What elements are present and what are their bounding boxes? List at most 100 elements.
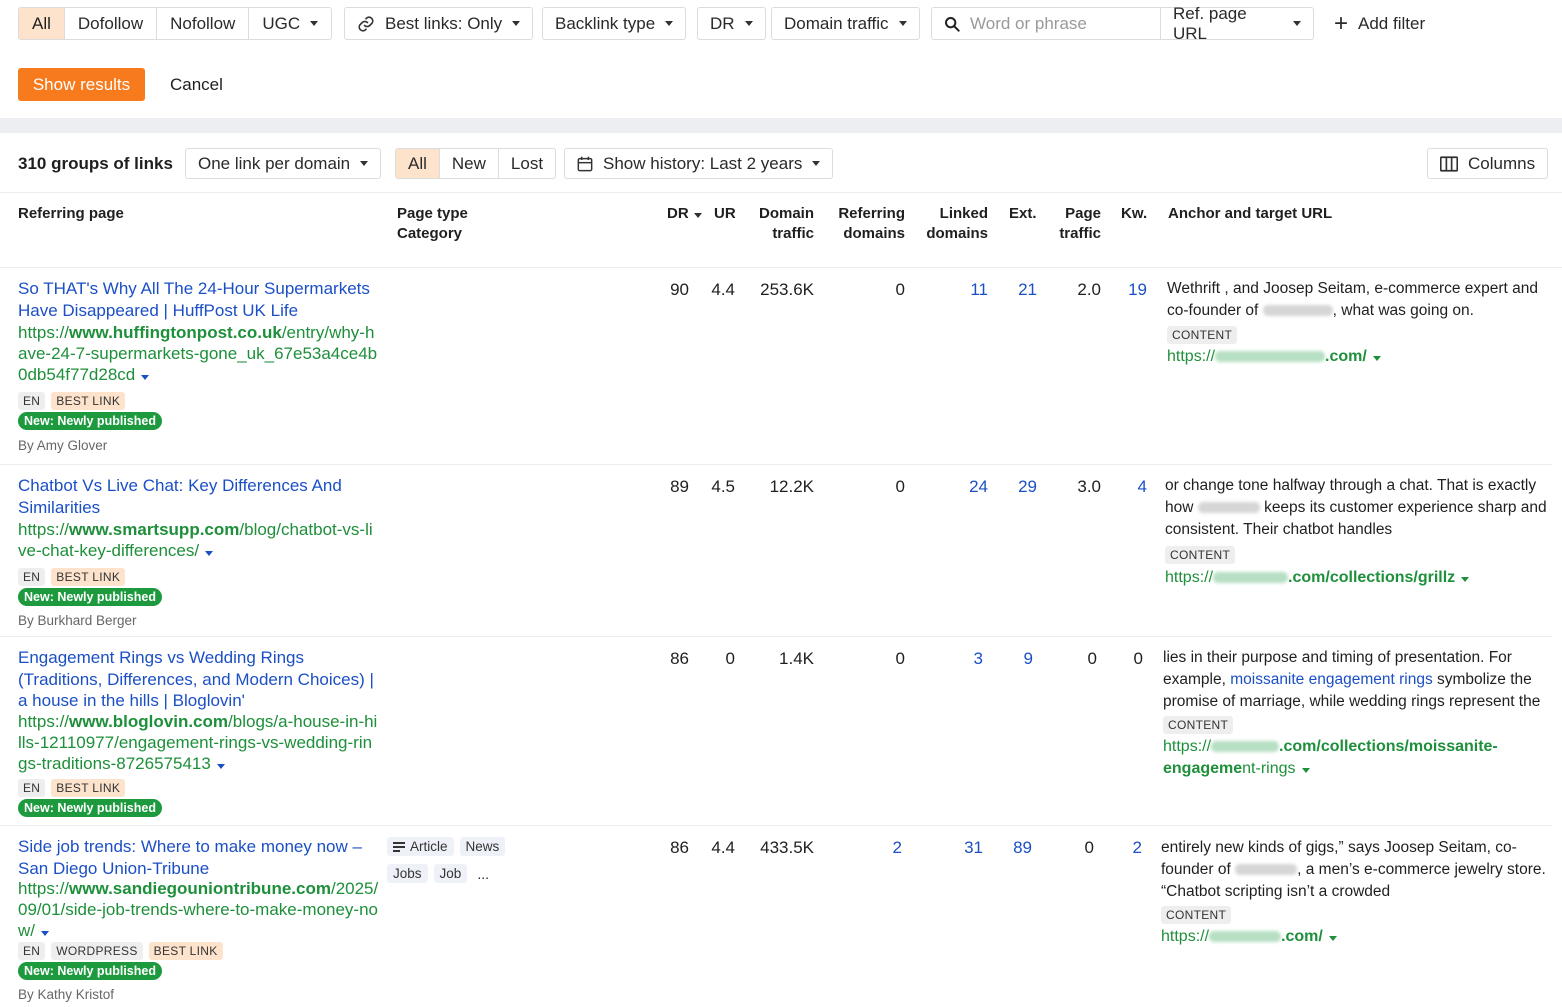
url-domain: www.smartsupp.com xyxy=(69,520,240,539)
referring-page-url[interactable]: https://www.smartsupp.com/blog/chatbot-v… xyxy=(18,519,380,561)
chevron-down-icon[interactable] xyxy=(141,375,150,380)
sort-down-icon xyxy=(693,213,702,218)
best-links-dropdown[interactable]: Best links: Only xyxy=(344,7,534,40)
col-referring-domains[interactable]: Referring domains xyxy=(825,204,905,244)
ref-page-url-dropdown[interactable]: Ref. page URL xyxy=(1161,4,1313,43)
referring-page-title[interactable]: So THAT's Why All The 24-Hour Supermarke… xyxy=(18,278,380,321)
chevron-down-icon[interactable] xyxy=(41,931,49,936)
search-input[interactable] xyxy=(970,13,1160,34)
referring-domains-value: 0 xyxy=(895,649,905,668)
col-anchor[interactable]: Anchor and target URL xyxy=(1168,204,1332,224)
target-prefix: https:// xyxy=(1163,738,1212,755)
tab-all[interactable]: All xyxy=(396,149,440,178)
best-link-tag: BEST LINK xyxy=(51,392,126,410)
domain-traffic-dropdown[interactable]: Domain traffic xyxy=(771,7,920,40)
col-dr-label: DR xyxy=(667,205,689,222)
author: By Burkhard Berger xyxy=(18,613,137,628)
col-ext[interactable]: Ext. xyxy=(1009,204,1037,224)
ref-page-url-label: Ref. page URL xyxy=(1173,3,1247,43)
referring-page-url[interactable]: https://www.sandiegouniontribune.com/202… xyxy=(18,878,380,941)
page-type-news: News xyxy=(459,837,506,856)
chevron-down-icon xyxy=(744,21,753,26)
target-url[interactable]: https://.com/collections/moissanite-enga… xyxy=(1163,736,1553,780)
ur-value: 4.4 xyxy=(711,838,735,857)
search-icon xyxy=(945,16,960,32)
anchor-text: lies in their purpose and timing of pres… xyxy=(1163,647,1551,713)
chevron-down-icon[interactable] xyxy=(1461,577,1470,582)
col-referring-page[interactable]: Referring page xyxy=(18,204,124,224)
results-toolbar: 310 groups of links One link per domain … xyxy=(0,133,1562,193)
author: By Amy Glover xyxy=(18,438,108,453)
col-kw[interactable]: Kw. xyxy=(1121,204,1147,224)
filter-nofollow[interactable]: Nofollow xyxy=(157,8,250,39)
url-domain: www.bloglovin.com xyxy=(69,712,229,731)
referring-page-url[interactable]: https://www.bloglovin.com/blogs/a-house-… xyxy=(18,711,380,774)
columns-icon xyxy=(1440,155,1458,172)
grouping-dropdown[interactable]: One link per domain xyxy=(185,148,382,179)
ur-value: 0 xyxy=(725,649,735,668)
chevron-down-icon[interactable] xyxy=(205,551,214,556)
chevron-down-icon xyxy=(1293,21,1301,26)
new-status-badge: New: Newly published xyxy=(18,962,162,980)
chevron-down-icon[interactable] xyxy=(1301,768,1310,773)
dr-dropdown[interactable]: DR xyxy=(697,7,766,40)
ext-value[interactable]: 9 xyxy=(995,649,1033,669)
columns-button[interactable]: Columns xyxy=(1427,148,1549,179)
calendar-icon xyxy=(577,156,593,171)
linked-domains-value[interactable]: 3 xyxy=(915,649,983,669)
ext-value[interactable]: 29 xyxy=(995,477,1037,497)
filter-bar: All Dofollow Nofollow UGC Best links: On… xyxy=(0,0,1562,118)
kw-value[interactable]: 19 xyxy=(1105,280,1147,300)
redacted-text xyxy=(1235,864,1298,876)
backlink-type-dropdown[interactable]: Backlink type xyxy=(542,7,687,40)
cancel-button[interactable]: Cancel xyxy=(170,68,223,101)
redacted-domain xyxy=(1209,931,1282,943)
target-url[interactable]: https:// .com/ xyxy=(1167,346,1381,368)
author: By Kathy Kristof xyxy=(18,987,115,1002)
linked-domains-value[interactable]: 11 xyxy=(915,280,988,300)
kw-value[interactable]: 2 xyxy=(1100,838,1142,858)
page-type-article: Article xyxy=(387,837,454,856)
target-suffix-path: nt-rings xyxy=(1242,760,1296,777)
domain-traffic-label: Domain traffic xyxy=(784,13,889,33)
col-domain-traffic[interactable]: Domain traffic xyxy=(740,204,814,244)
chevron-down-icon[interactable] xyxy=(1372,356,1381,361)
col-linked-domains[interactable]: Linked domains xyxy=(915,204,988,244)
referring-page-title[interactable]: Engagement Rings vs Wedding Rings (Tradi… xyxy=(18,647,380,712)
ext-value[interactable]: 89 xyxy=(990,838,1032,858)
kw-value: 0 xyxy=(1133,649,1143,668)
linked-domains-value[interactable]: 31 xyxy=(915,838,983,858)
referring-page-title[interactable]: Side job trends: Where to make money now… xyxy=(18,836,380,879)
col-ur[interactable]: UR xyxy=(714,204,736,224)
add-filter-button[interactable]: + Add filter xyxy=(1334,7,1425,40)
chevron-down-icon[interactable] xyxy=(216,764,225,769)
kw-value[interactable]: 4 xyxy=(1105,477,1147,497)
linked-domains-value[interactable]: 24 xyxy=(915,477,988,497)
content-tag: CONTENT xyxy=(1161,906,1232,924)
referring-page-url[interactable]: https://www.huffingtonpost.co.uk/entry/w… xyxy=(18,322,380,385)
col-page-type-label: Page type xyxy=(397,205,468,222)
col-dr[interactable]: DR xyxy=(667,204,702,224)
filter-dofollow[interactable]: Dofollow xyxy=(65,8,158,39)
new-status-badge: New: Newly published xyxy=(18,412,162,430)
page-traffic-value: 3.0 xyxy=(1077,477,1101,496)
columns-label: Columns xyxy=(1468,153,1536,173)
chevron-down-icon[interactable] xyxy=(1328,936,1337,941)
ext-value[interactable]: 21 xyxy=(995,280,1037,300)
col-page-traffic[interactable]: Page traffic xyxy=(1045,204,1101,244)
category-more[interactable]: ... xyxy=(477,866,489,882)
filter-all[interactable]: All xyxy=(19,8,65,39)
col-page-type[interactable]: Page type Category xyxy=(397,204,468,244)
history-dropdown[interactable]: Show history: Last 2 years xyxy=(564,148,834,179)
referring-domains-value[interactable]: 2 xyxy=(825,838,902,858)
filter-ugc[interactable]: UGC xyxy=(249,8,331,39)
tab-new[interactable]: New xyxy=(440,149,499,178)
tab-lost[interactable]: Lost xyxy=(499,149,555,178)
referring-page-title[interactable]: Chatbot Vs Live Chat: Key Differences An… xyxy=(18,475,380,518)
chevron-down-icon xyxy=(665,21,674,26)
table-row: Chatbot Vs Live Chat: Key Differences An… xyxy=(0,465,1552,637)
target-url[interactable]: https:// .com/collections/grillz xyxy=(1165,567,1470,589)
anchor-keyword-link[interactable]: moissanite engagement rings xyxy=(1230,671,1432,688)
show-results-button[interactable]: Show results xyxy=(18,68,145,101)
target-url[interactable]: https:// .com/ xyxy=(1161,926,1337,948)
